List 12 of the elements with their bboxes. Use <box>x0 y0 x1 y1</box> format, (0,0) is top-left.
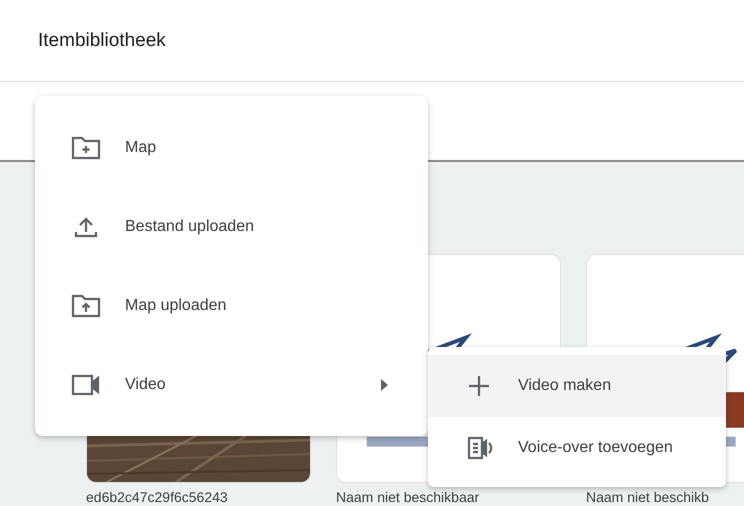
folder-plus-icon <box>71 134 101 160</box>
item-name: Naam niet beschikb <box>586 489 710 505</box>
folder-upload-icon <box>71 292 101 318</box>
menu-item[interactable]: Voice-over toevoegen <box>428 417 726 479</box>
item-name: Naam niet beschikbaar <box>336 489 480 505</box>
menu-item[interactable]: Video maken <box>428 355 726 417</box>
menu-item[interactable]: Map uploaden <box>35 266 428 345</box>
menu-item[interactable]: Video <box>35 345 428 424</box>
page-title: Itembibliotheek <box>38 30 166 52</box>
menu-item[interactable]: Bestand uploaden <box>35 187 428 266</box>
item-name: ed6b2c47c29f6c56243 <box>86 489 229 505</box>
menu-item[interactable]: Map <box>35 108 428 187</box>
